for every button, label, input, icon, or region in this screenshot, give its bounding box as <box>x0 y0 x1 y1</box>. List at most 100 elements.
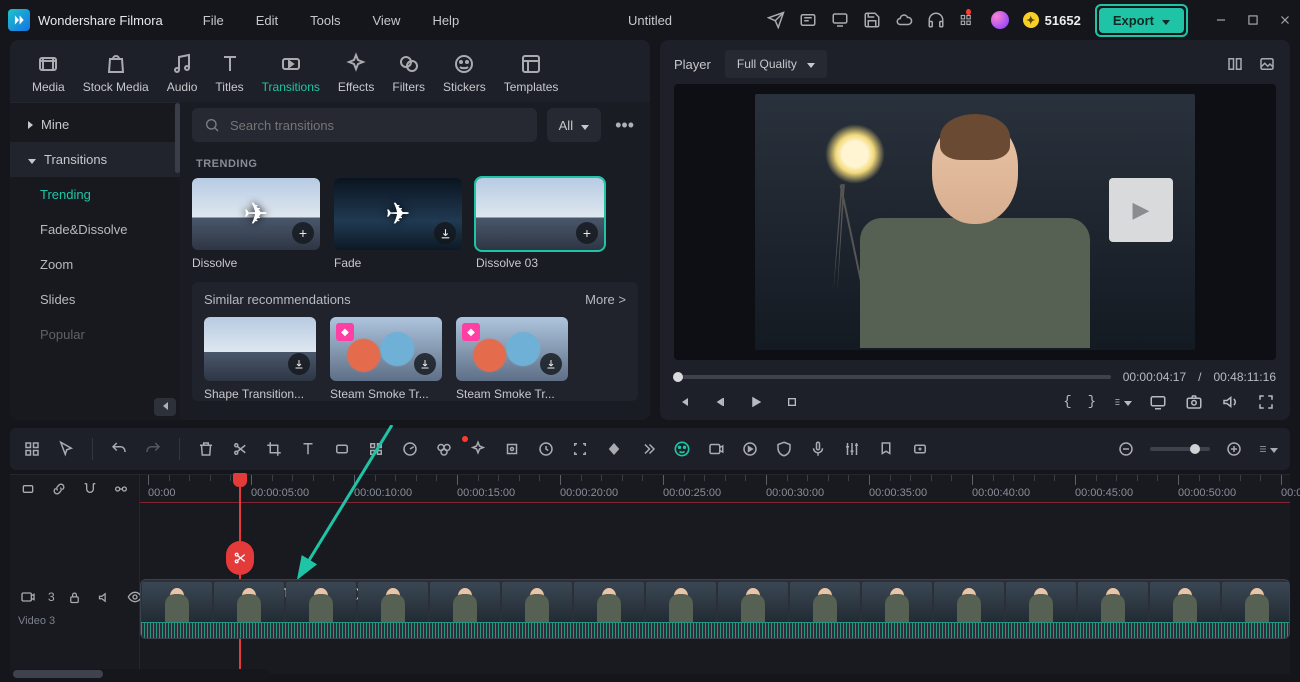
crop-ratio-icon[interactable] <box>332 439 352 459</box>
split-handle-icon[interactable] <box>226 541 254 575</box>
view-mode-icon[interactable] <box>1258 439 1278 459</box>
sidebar-item-popular[interactable]: Popular <box>10 317 180 352</box>
chain-icon[interactable] <box>49 479 68 499</box>
tab-transitions[interactable]: Transitions <box>262 52 320 94</box>
rec-steam-smoke-1[interactable]: ◆ Steam Smoke Tr... <box>330 317 442 401</box>
sidebar-transitions[interactable]: Transitions <box>10 142 180 177</box>
speed-icon[interactable] <box>400 439 420 459</box>
play-button[interactable] <box>746 392 766 412</box>
prev-frame-button[interactable] <box>674 392 694 412</box>
rec-steam-smoke-2[interactable]: ◆ Steam Smoke Tr... <box>456 317 568 401</box>
zoom-in-icon[interactable] <box>1224 439 1244 459</box>
menu-file[interactable]: File <box>203 13 224 28</box>
search-box[interactable] <box>192 108 537 142</box>
fit-screen-button[interactable] <box>1148 392 1168 412</box>
lock-icon[interactable] <box>65 587 85 607</box>
mark-in-button[interactable]: { <box>1063 394 1071 410</box>
mixer-icon[interactable] <box>842 439 862 459</box>
mosaic-icon[interactable] <box>366 439 386 459</box>
color-icon[interactable] <box>434 439 454 459</box>
sidebar-scrollbar[interactable] <box>175 103 180 173</box>
tab-stickers[interactable]: Stickers <box>443 52 486 94</box>
overflow-icon[interactable] <box>638 439 658 459</box>
menu-tools[interactable]: Tools <box>310 13 340 28</box>
search-input[interactable] <box>230 118 525 133</box>
timeline-tracks[interactable]: 00:0000:00:05:0000:00:10:0000:00:15:0000… <box>140 475 1290 674</box>
ai-face-icon[interactable] <box>672 439 692 459</box>
menu-view[interactable]: View <box>372 13 400 28</box>
tab-audio[interactable]: Audio <box>167 52 198 94</box>
redo-icon[interactable] <box>143 439 163 459</box>
timeline-scrollbar[interactable] <box>10 669 270 679</box>
magnet-icon[interactable] <box>81 479 100 499</box>
send-icon[interactable] <box>767 11 785 29</box>
video-track-icon[interactable] <box>18 587 38 607</box>
render-icon[interactable] <box>740 439 760 459</box>
mic-icon[interactable] <box>808 439 828 459</box>
add-icon[interactable]: + <box>576 222 598 244</box>
delete-icon[interactable] <box>196 439 216 459</box>
transition-dissolve-03[interactable]: + Dissolve 03 <box>476 178 604 270</box>
ripple-icon[interactable] <box>112 479 131 499</box>
mute-icon[interactable] <box>95 587 115 607</box>
cloud-icon[interactable] <box>895 11 913 29</box>
marker-icon[interactable] <box>876 439 896 459</box>
sidebar-item-fade-dissolve[interactable]: Fade&Dissolve <box>10 212 180 247</box>
minimize-icon[interactable] <box>1214 13 1228 27</box>
download-icon[interactable] <box>540 353 562 375</box>
undo-icon[interactable] <box>109 439 129 459</box>
clock-icon[interactable] <box>536 439 556 459</box>
tab-titles[interactable]: Titles <box>215 52 243 94</box>
fullscreen-button[interactable] <box>1256 392 1276 412</box>
export-button[interactable]: Export <box>1099 8 1184 33</box>
sidebar-collapse-button[interactable] <box>154 398 176 416</box>
menu-edit[interactable]: Edit <box>256 13 278 28</box>
stop-button[interactable] <box>782 392 802 412</box>
marker-list-button[interactable] <box>1112 392 1132 412</box>
sidebar-item-slides[interactable]: Slides <box>10 282 180 317</box>
zoom-out-icon[interactable] <box>1116 439 1136 459</box>
more-link[interactable]: More > <box>585 292 626 307</box>
apps-icon[interactable] <box>959 11 977 29</box>
sidebar-item-zoom[interactable]: Zoom <box>10 247 180 282</box>
sidebar-item-trending[interactable]: Trending <box>10 177 180 212</box>
rec-shape-transition[interactable]: Shape Transition... <box>204 317 316 401</box>
close-icon[interactable] <box>1278 13 1292 27</box>
monitor-icon[interactable] <box>831 11 849 29</box>
snapshot-button[interactable] <box>1184 392 1204 412</box>
shield-icon[interactable] <box>774 439 794 459</box>
credit-badge[interactable]: ✦ 51652 <box>1023 12 1081 28</box>
download-icon[interactable] <box>288 353 310 375</box>
transition-fade[interactable]: Fade <box>334 178 462 270</box>
keyframe-icon[interactable] <box>604 439 624 459</box>
user-avatar[interactable] <box>991 11 1009 29</box>
scrub-bar[interactable] <box>674 375 1111 379</box>
link-layers-icon[interactable] <box>18 479 37 499</box>
tab-stock-media[interactable]: Stock Media <box>83 52 149 94</box>
layout-grid-icon[interactable] <box>1226 55 1244 73</box>
tab-templates[interactable]: Templates <box>504 52 559 94</box>
grid-icon[interactable] <box>22 439 42 459</box>
menu-help[interactable]: Help <box>432 13 459 28</box>
tab-filters[interactable]: Filters <box>392 52 425 94</box>
maximize-icon[interactable] <box>1246 13 1260 27</box>
picture-icon[interactable] <box>1258 55 1276 73</box>
zoom-slider[interactable] <box>1150 447 1210 451</box>
tracking-icon[interactable] <box>502 439 522 459</box>
video-preview[interactable] <box>674 84 1276 360</box>
timeline-clip[interactable]: Filmora Video Editor Tutorial (2024) <box>140 579 1290 639</box>
split-icon[interactable] <box>230 439 250 459</box>
message-icon[interactable] <box>799 11 817 29</box>
tab-effects[interactable]: Effects <box>338 52 374 94</box>
crop-icon[interactable] <box>264 439 284 459</box>
pointer-icon[interactable] <box>56 439 76 459</box>
save-icon[interactable] <box>863 11 881 29</box>
quality-dropdown[interactable]: Full Quality <box>725 50 827 78</box>
mark-out-button[interactable]: } <box>1088 394 1096 410</box>
focus-icon[interactable] <box>570 439 590 459</box>
add-track-icon[interactable] <box>910 439 930 459</box>
more-options-button[interactable]: ••• <box>611 115 638 136</box>
transition-dissolve[interactable]: + Dissolve <box>192 178 320 270</box>
timeline-ruler[interactable]: 00:0000:00:05:0000:00:10:0000:00:15:0000… <box>140 475 1290 503</box>
volume-button[interactable] <box>1220 392 1240 412</box>
